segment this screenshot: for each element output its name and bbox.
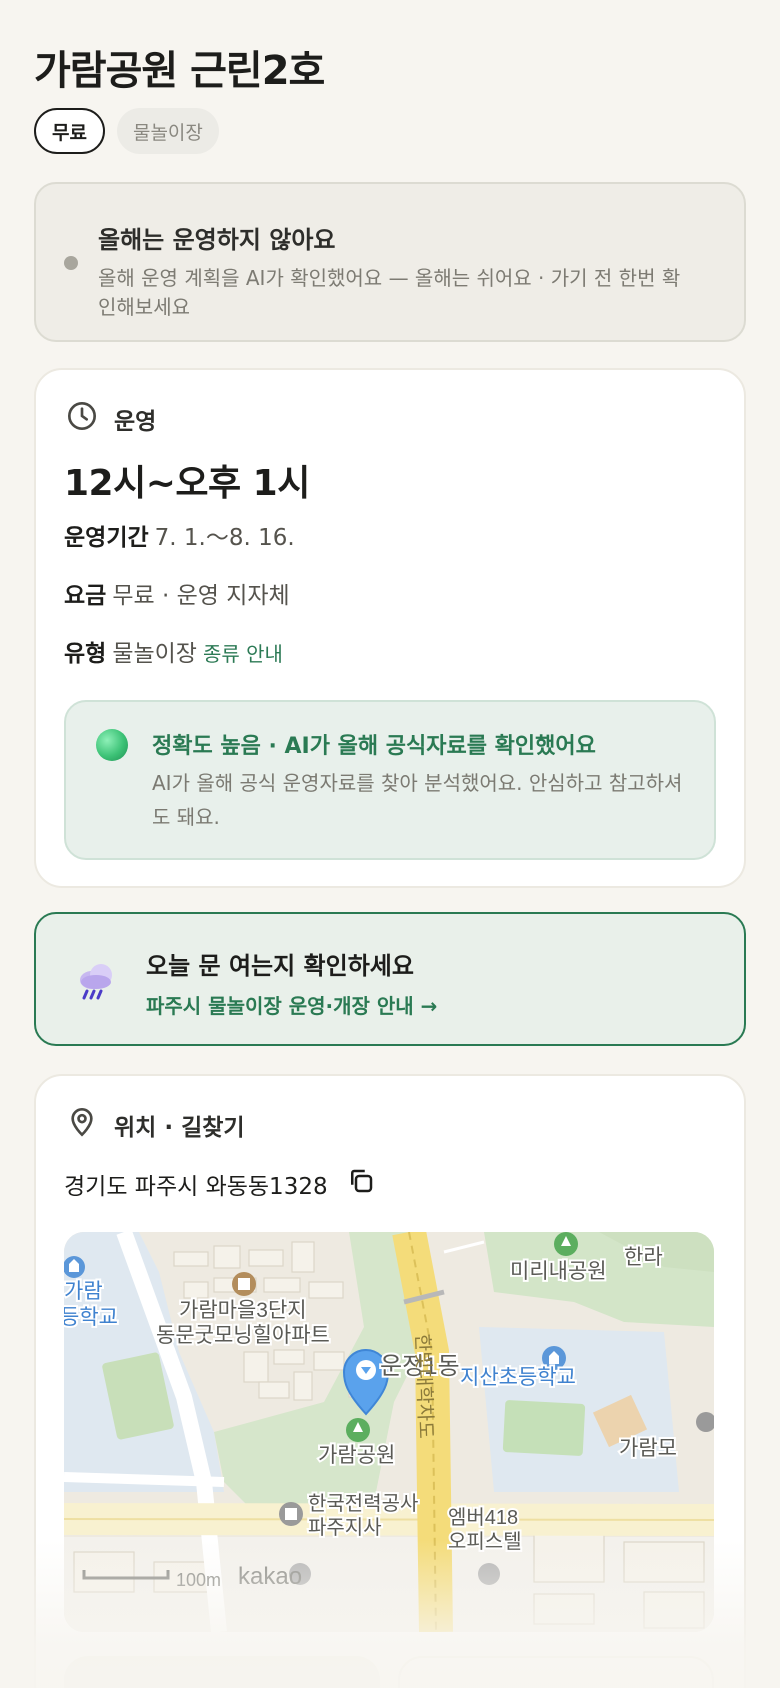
period-label: 운영기간 — [64, 525, 149, 551]
type-row: 유형 물놀이장 종류 안내 — [64, 634, 283, 668]
map-label-park-main: 가람공원 — [318, 1444, 395, 1467]
map-scale-label: 100m — [176, 1570, 221, 1590]
map-label-school-west-2: 등학교 — [64, 1306, 118, 1329]
map-label-road: 한빛대학차도 — [411, 1333, 437, 1439]
tag-chips: 무료 물놀이장 — [34, 108, 219, 154]
copy-icon[interactable] — [346, 1166, 376, 1202]
map-label-kepco-1: 한국전력공사 — [308, 1492, 418, 1515]
period-row: 운영기간 7. 1.～8. 16. — [64, 518, 295, 552]
banner-title: 오늘 문 여는지 확인하세요 — [146, 952, 414, 980]
period-value: 7. 1.～8. 16. — [154, 525, 295, 551]
closed-notice: 올해는 운영하지 않아요 올해 운영 계획을 AI가 확인했어요 — 올해는 쉬… — [34, 182, 746, 342]
operation-card: 운영 12시~오후 1시 운영기간 7. 1.～8. 16. 요금 무료 · 운영 … — [34, 368, 746, 888]
map-label-kepco-2: 파주지사 — [308, 1516, 382, 1539]
address-row: 경기도 파주시 와동동1328 — [64, 1166, 376, 1202]
map-label-apartment-1: 가람마을3단지 — [179, 1299, 307, 1322]
operation-header: 운영 — [66, 400, 156, 438]
location-label: 위치 · 길찾기 — [114, 1115, 245, 1141]
chip-free[interactable]: 무료 — [34, 108, 105, 154]
accuracy-description: AI가 올해 공식 운영자료를 찾아 분석했어요. 안심하고 참고하셔도 돼요. — [152, 771, 683, 829]
map-label-school-west-1: 가람 — [64, 1280, 103, 1303]
accuracy-title: 정확도 높음 · AI가 올해 공식자료를 확인했어요 — [152, 734, 596, 759]
fee-row: 요금 무료 · 운영 지자체 — [64, 576, 290, 610]
chip-water-play[interactable]: 물놀이장 — [116, 108, 219, 154]
bottom-action-left[interactable] — [64, 1656, 380, 1688]
map-brand-logo: kakao — [238, 1563, 302, 1590]
fee-label: 요금 — [64, 583, 107, 609]
clock-icon — [66, 400, 98, 438]
operating-hours: 12시~오후 1시 — [64, 463, 310, 504]
map-pin-icon — [66, 1106, 98, 1144]
notice-description: 올해 운영 계획을 AI가 확인했어요 — 올해는 쉬어요 · 가기 전 한번 … — [98, 266, 681, 319]
map-label-edge-top-right: 한라 — [624, 1246, 663, 1269]
type-value: 물놀이장 — [112, 641, 197, 667]
map-label-park-north: 미리내공원 — [510, 1260, 607, 1283]
weather-banner[interactable]: 오늘 문 여는지 확인하세요 파주시 물놀이장 운영·개장 안내 → — [34, 912, 746, 1046]
operation-label: 운영 — [114, 409, 157, 435]
map-label-officetel-1: 엠버418 — [448, 1506, 518, 1529]
map-label-officetel-2: 오피스텔 — [448, 1530, 522, 1553]
type-guide-link[interactable]: 종류 안내 — [203, 642, 283, 666]
map-label-apartment-2: 동문굿모닝힐아파트 — [156, 1324, 330, 1347]
fee-value: 무료 · 운영 지자체 — [112, 583, 290, 609]
map-label-school-east: 지산초등학교 — [460, 1366, 576, 1389]
accuracy-orb-icon — [96, 729, 128, 761]
location-card: 위치 · 길찾기 경기도 파주시 와동동1328 가람 등학교 가람마을3단지 … — [34, 1074, 746, 1688]
map-label-edge-right: 가람모 — [619, 1437, 677, 1460]
status-dot-icon — [64, 256, 78, 270]
rain-cloud-icon — [72, 956, 120, 1004]
banner-link[interactable]: 파주시 물놀이장 운영·개장 안내 → — [146, 990, 437, 1019]
accuracy-box: 정확도 높음 · AI가 올해 공식자료를 확인했어요 AI가 올해 공식 운영… — [64, 700, 716, 860]
type-label: 유형 — [64, 641, 107, 667]
page-title: 가람공원 근린2호 — [34, 48, 325, 94]
location-map[interactable]: 가람 등학교 가람마을3단지 동문굿모닝힐아파트 미리내공원 한라 운정1동 지… — [64, 1232, 714, 1632]
location-header: 위치 · 길찾기 — [66, 1106, 245, 1144]
detail-page: 가람공원 근린2호 무료 물놀이장 올해는 운영하지 않아요 올해 운영 계획을… — [0, 0, 780, 1688]
bottom-action-right[interactable] — [398, 1656, 714, 1688]
notice-title: 올해는 운영하지 않아요 — [98, 226, 336, 254]
address-text: 경기도 파주시 와동동1328 — [64, 1174, 328, 1200]
